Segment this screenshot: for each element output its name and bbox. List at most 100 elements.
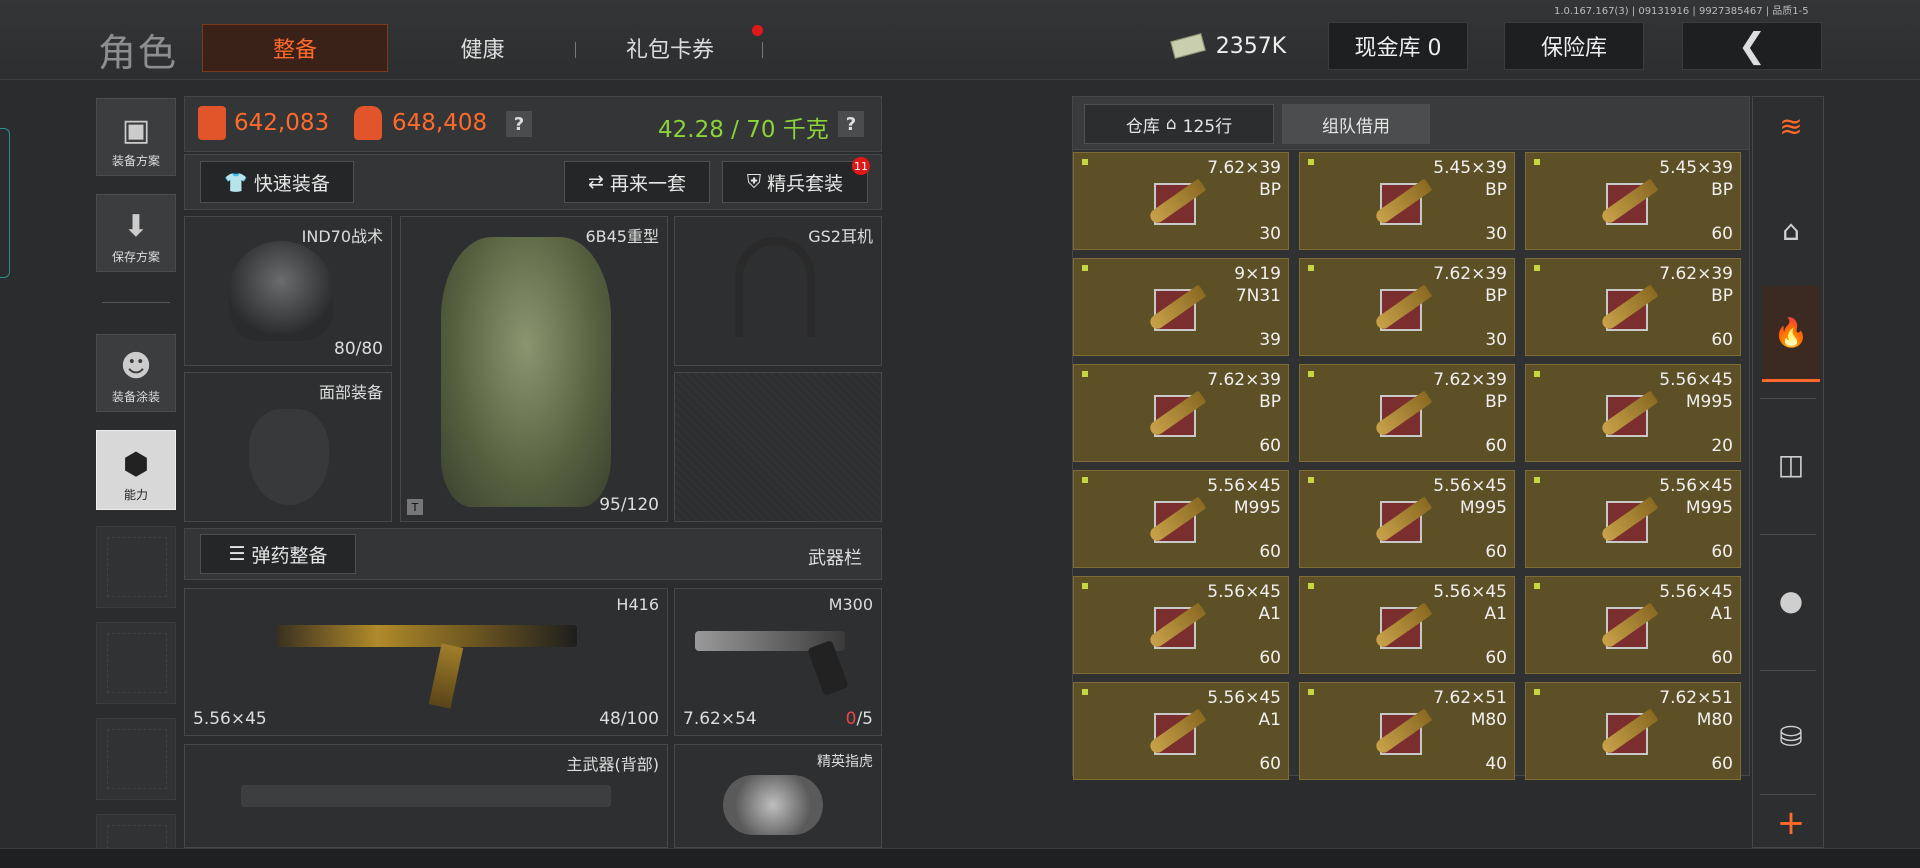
ammo-caliber: 5.56×45 [1433, 582, 1507, 602]
elite-kit-button[interactable]: ⛨ 精兵套装 [722, 161, 868, 203]
armor-slot[interactable]: 6B45重型 T 95/120 [400, 216, 668, 522]
tab-gift-coupons[interactable]: 礼包卡券 [590, 24, 750, 72]
ammo-item[interactable]: 5.56×45 M995 60 [1299, 470, 1515, 568]
weapon-bar-label: 武器栏 [808, 548, 862, 569]
ability-button[interactable]: ⬢ 能力 [96, 430, 176, 510]
tab-equip[interactable]: 整备 [202, 24, 388, 72]
sidearm-ammo: 0/5 [846, 709, 873, 729]
sidearm-name: M300 [828, 595, 873, 614]
ability-hex-icon: ⬢ [122, 447, 150, 482]
empty-gear-slot[interactable] [674, 372, 882, 522]
empty-slot[interactable] [96, 622, 176, 704]
save-plan-button[interactable]: ⬇ 保存方案 [96, 194, 176, 272]
weight-help-button[interactable]: ? [838, 111, 864, 137]
team-borrow-tab[interactable]: 组队借用 [1282, 104, 1430, 144]
ammo-item[interactable]: 7.62×39 BP 60 [1525, 258, 1741, 356]
primary-weapon-slot[interactable]: H416 5.56×45 48/100 [184, 588, 668, 736]
ammo-caliber: 7.62×51 [1433, 688, 1507, 708]
new-marker [1308, 265, 1314, 271]
face-slot-label: 面部装备 [318, 383, 383, 402]
ammo-item[interactable]: 5.56×45 M995 60 [1525, 470, 1741, 568]
melee-slot[interactable]: 精英指虎 [674, 744, 882, 848]
ammo-caliber: 7.62×39 [1433, 370, 1507, 390]
cash-vault-button[interactable]: 现金库 0 [1328, 22, 1468, 70]
grenade-icon[interactable]: ● [1762, 540, 1820, 660]
coins-icon[interactable]: ⛁ [1762, 676, 1820, 796]
ammo-type: M995 [1233, 498, 1281, 518]
new-marker [1534, 477, 1540, 483]
optic-icon[interactable]: ◫ [1762, 404, 1820, 524]
rows-count: 125行 [1182, 116, 1233, 137]
quick-equip-button[interactable]: 👕 快速装备 [200, 161, 354, 203]
tab-health[interactable]: 健康 [410, 24, 555, 72]
ammo-item[interactable]: 9×19 7N31 39 [1073, 258, 1289, 356]
stack-refresh-icon[interactable]: ≋ [1762, 96, 1820, 156]
helmet-durability: 80/80 [334, 339, 383, 359]
elite-kit-label: 精兵套装 [767, 172, 844, 195]
headset-slot[interactable]: GS2耳机 [674, 216, 882, 366]
empty-slot[interactable] [96, 718, 176, 800]
equipment-value: 642,083 [234, 110, 330, 136]
add-button[interactable]: + [1762, 800, 1820, 846]
ammo-item[interactable]: 5.56×45 A1 60 [1525, 576, 1741, 674]
money-display[interactable]: 2357K [1164, 22, 1294, 70]
headset-image [735, 237, 815, 337]
back-weapon-label: 主武器(背部) [566, 755, 660, 774]
new-marker [1082, 689, 1088, 695]
home-icon[interactable]: ⌂ [1762, 170, 1820, 290]
ammo-caliber: 5.56×45 [1207, 688, 1281, 708]
ammo-type: BP [1485, 180, 1507, 200]
new-marker [1308, 371, 1314, 377]
ammo-item[interactable]: 7.62×51 M80 60 [1525, 682, 1741, 780]
new-marker [1308, 477, 1314, 483]
elite-kit-badge: 11 [852, 157, 870, 175]
new-marker [1534, 689, 1540, 695]
ammo-item[interactable]: 5.45×39 BP 60 [1525, 152, 1741, 250]
ammo-quantity: 60 [1711, 542, 1733, 562]
ammo-item[interactable]: 7.62×39 BP 30 [1299, 258, 1515, 356]
ammo-item[interactable]: 7.62×39 BP 60 [1073, 364, 1289, 462]
ammo-item[interactable]: 5.56×45 A1 60 [1073, 576, 1289, 674]
insurance-vault-button[interactable]: 保险库 [1504, 22, 1644, 70]
ammo-type: M995 [1685, 498, 1733, 518]
ammo-item[interactable]: 5.56×45 M995 20 [1525, 364, 1741, 462]
helmet-slot[interactable]: IND70战术 80/80 [184, 216, 392, 366]
ammo-type: A1 [1484, 604, 1507, 624]
back-arrow-icon: ❮ [1737, 26, 1767, 66]
side-handle[interactable] [0, 128, 10, 278]
ammo-item[interactable]: 5.56×45 A1 60 [1299, 576, 1515, 674]
loadout-plan-label: 装备方案 [111, 154, 160, 168]
new-marker [1308, 159, 1314, 165]
ammo-caliber: 5.56×45 [1659, 370, 1733, 390]
empty-slot[interactable] [96, 526, 176, 608]
ammo-equip-button[interactable]: ☰ 弹药整备 [200, 534, 356, 574]
re-equip-button[interactable]: ⇄ 再来一套 [564, 161, 710, 203]
new-marker [1534, 371, 1540, 377]
refresh-icon: ⇄ [588, 171, 604, 193]
version-label: 1.0.167.167(3) | 09131916 | 9927385467 |… [1554, 6, 1809, 17]
ammo-item[interactable]: 7.62×51 M80 40 [1299, 682, 1515, 780]
new-marker [1082, 265, 1088, 271]
back-button[interactable]: ❮ [1682, 22, 1822, 70]
loadout-plan-button[interactable]: ▣ 装备方案 [96, 98, 176, 176]
back-weapon-slot[interactable]: 主武器(背部) [184, 744, 668, 848]
ammo-item[interactable]: 5.56×45 M995 60 [1073, 470, 1289, 568]
helmet-soldier-icon: ☻ [120, 349, 152, 384]
skin-button[interactable]: ☻ 装备涂装 [96, 334, 176, 412]
face-slot[interactable]: 面部装备 [184, 372, 392, 522]
warehouse-tab-label: 仓库 [1125, 116, 1160, 137]
sidearm-slot[interactable]: M300 7.62×54 0/5 [674, 588, 882, 736]
value-help-button[interactable]: ? [506, 111, 532, 137]
divider [575, 42, 576, 58]
ammo-caliber: 7.62×39 [1433, 264, 1507, 284]
rifle-image [277, 625, 577, 647]
ammo-caliber: 7.62×39 [1659, 264, 1733, 284]
ammo-item[interactable]: 7.62×39 BP 30 [1073, 152, 1289, 250]
rifle-magazine [428, 643, 464, 709]
warehouse-tab[interactable]: 仓库 ⌂ 125行 [1084, 104, 1274, 144]
fire-hand-icon[interactable]: 🔥 [1762, 286, 1820, 382]
ammo-item[interactable]: 5.45×39 BP 30 [1299, 152, 1515, 250]
ammo-item[interactable]: 7.62×39 BP 60 [1299, 364, 1515, 462]
ammo-quantity: 30 [1485, 330, 1507, 350]
ammo-item[interactable]: 5.56×45 A1 60 [1073, 682, 1289, 780]
